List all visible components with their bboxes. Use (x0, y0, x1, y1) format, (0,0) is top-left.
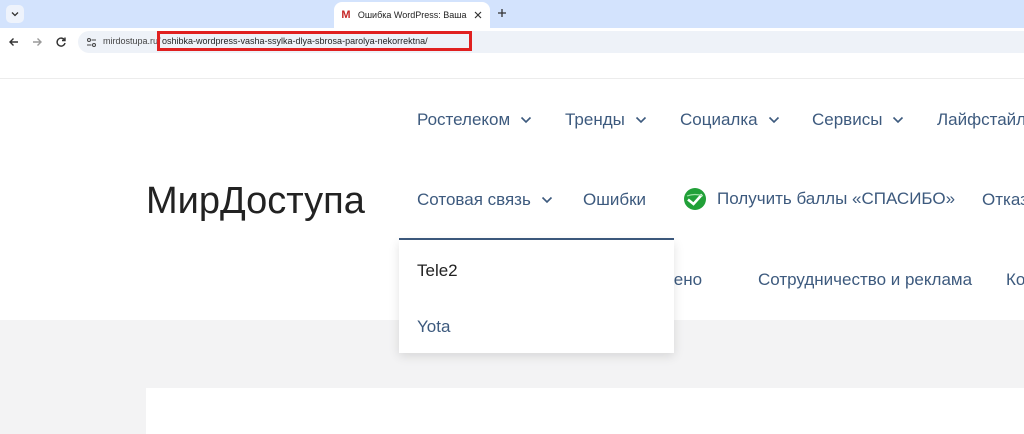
nav-item-label: Ко (1006, 270, 1024, 289)
arrow-right-icon (33, 38, 42, 46)
nav-item-label: Отказ (982, 190, 1024, 209)
nav-item-label: Лайфстайл (937, 110, 1024, 129)
reload-icon (56, 37, 66, 47)
close-icon (474, 11, 482, 19)
browser-tab-bar: M Ошибка WordPress: Ваша ссы (0, 0, 1024, 28)
divider (0, 78, 1024, 79)
nav-item-spasibo[interactable]: Получить баллы «СПАСИБО» (683, 187, 955, 211)
nav-item-label: Социалка (680, 110, 758, 129)
nav-item-rostelecom[interactable]: Ростелеком (417, 110, 532, 130)
chevron-down-icon (541, 196, 552, 204)
spasibo-logo-icon (684, 188, 706, 210)
nav-item-cooperation[interactable]: Сотрудничество и реклама (758, 270, 972, 290)
close-tab-button[interactable] (472, 9, 484, 21)
browser-tab[interactable]: M Ошибка WordPress: Ваша ссы (334, 2, 490, 28)
nav-item-label: Сотрудничество и реклама (758, 270, 973, 289)
submenu-item-yota[interactable]: Yota (417, 317, 450, 337)
tab-search-button[interactable] (6, 5, 24, 23)
tab-title: Ошибка WordPress: Ваша ссы (357, 10, 468, 20)
nav-item-label: Ошибки (583, 190, 647, 209)
chevron-down-icon (893, 116, 904, 124)
reload-button[interactable] (53, 34, 69, 50)
submenu-mobile-dropdown: Tele2 Yota (399, 240, 674, 353)
nav-item-errors[interactable]: Ошибки (583, 190, 646, 210)
site-logo-title[interactable]: МирДоступа (146, 180, 365, 223)
submenu-item-tele2[interactable]: Tele2 (417, 261, 458, 281)
forward-button[interactable] (29, 34, 45, 50)
browser-toolbar: mirdostupa.ru/ oshibka-wordpress-vasha-s… (0, 28, 1024, 56)
content-card (146, 388, 1024, 434)
nav-item-lifestyle[interactable]: Лайфстайл (937, 110, 1024, 130)
nav-item-label: Ростелеком (417, 110, 511, 129)
nav-item-label: Сотовая связь (417, 190, 531, 209)
nav-item-mobile[interactable]: Сотовая связь (417, 190, 553, 210)
nav-item-contacts[interactable]: Ко (1006, 270, 1024, 290)
chevron-down-icon (635, 116, 646, 124)
url-host: mirdostupa.ru/ (103, 36, 161, 46)
site-favicon-icon: M (341, 9, 351, 21)
nav-item-label: Получить баллы «СПАСИБО» (717, 189, 956, 208)
nav-item-services[interactable]: Сервисы (812, 110, 904, 130)
plus-icon (498, 9, 506, 17)
back-button[interactable] (6, 34, 22, 50)
nav-item-refusal[interactable]: Отказ (982, 190, 1024, 210)
site-info-icon[interactable] (84, 35, 98, 49)
chevron-down-icon (11, 12, 19, 17)
url-highlight-box (157, 31, 472, 51)
chevron-down-icon (521, 116, 532, 124)
nav-item-label: Тренды (565, 110, 625, 129)
nav-item-socialka[interactable]: Социалка (680, 110, 780, 130)
chevron-down-icon (768, 116, 779, 124)
arrow-left-icon (9, 38, 18, 46)
nav-item-label: Сервисы (812, 110, 883, 129)
new-tab-button[interactable] (494, 5, 510, 21)
nav-item-trends[interactable]: Тренды (565, 110, 647, 130)
